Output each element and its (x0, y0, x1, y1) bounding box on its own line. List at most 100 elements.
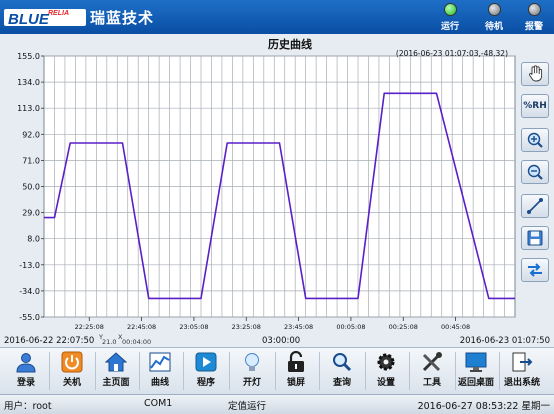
toolbar-button-power[interactable]: 关机 (52, 350, 92, 392)
status-standby-light (487, 3, 501, 16)
history-chart[interactable]: 155.0 134.0 113.0 92.0 71.0 50.0 29.0 8.0 -13.0 -… (0, 34, 554, 347)
status-running-light (443, 3, 457, 16)
x-tick-label: 23:25:08 (232, 323, 261, 331)
desktop-icon (456, 351, 496, 373)
toolbar-button-label: 返回桌面 (457, 378, 494, 388)
y-tick-label: 92.0 (22, 130, 40, 139)
y-tick-label: 155.0 (17, 52, 40, 61)
status-running: 运行 (432, 3, 468, 32)
user-icon (6, 351, 46, 373)
hand-icon (529, 65, 543, 82)
status-standby: 待机 (476, 3, 512, 32)
toolbar-separator (183, 352, 184, 390)
power-icon (52, 351, 92, 373)
toolbar-button-desktop[interactable]: 返回桌面 (456, 350, 496, 392)
lock-icon (276, 351, 316, 373)
toolbar-button-label: 设置 (376, 378, 395, 388)
status-datetime: 2016-06-27 08:53:22 星期一 (417, 401, 550, 412)
play-icon (186, 351, 226, 373)
toolbar-button-label: 工具 (422, 378, 441, 388)
x-tick-label: 22:45:08 (127, 323, 156, 331)
bulb-icon (232, 351, 272, 373)
tools-icon (412, 351, 452, 373)
status-alarm-light (527, 3, 541, 16)
toolbar-button-label: 程序 (196, 378, 215, 388)
y-tick-label: -13.0 (19, 261, 40, 270)
toolbar-button-gear[interactable]: 设置 (366, 350, 406, 392)
y-tick-label: 29.0 (22, 209, 40, 218)
status-port: COM1 (144, 398, 173, 409)
toolbar-button-label: 退出系统 (503, 378, 540, 388)
scale-y-value: 21.0 (102, 338, 117, 346)
x-tick-label: 00:25:08 (389, 323, 418, 331)
home-icon (96, 351, 136, 373)
zoom-in-button[interactable] (521, 128, 549, 152)
status-standby-label: 待机 (484, 22, 503, 32)
toolbar-button-tools[interactable]: 工具 (412, 350, 452, 392)
x-start-label: 2016-06-22 22:07:50 (4, 336, 95, 346)
toolbar-separator (229, 352, 230, 390)
percent-rh-button[interactable]: %RH (521, 94, 549, 118)
x-end-label: 2016-06-23 01:07:50 (459, 336, 550, 346)
y-tick-label: -55.0 (19, 313, 40, 322)
toolbar-button-label: 登录 (16, 378, 35, 388)
y-tick-label: 113.0 (17, 104, 40, 113)
x-tick-label: 00:45:08 (441, 323, 470, 331)
x-tick-label: 22:25:08 (75, 323, 104, 331)
pan-button[interactable] (521, 62, 549, 86)
gear-icon (366, 351, 406, 373)
toolbar-button-bulb[interactable]: 开灯 (232, 350, 272, 392)
chart-icon (140, 351, 180, 373)
toolbar-button-label: 主页面 (102, 378, 130, 388)
swap-icon (528, 263, 542, 277)
exit-icon (502, 351, 542, 373)
x-tick-label: 23:05:08 (179, 323, 208, 331)
toolbar-button-label: 关机 (62, 378, 81, 388)
toolbar-button-play[interactable]: 程序 (186, 350, 226, 392)
y-tick-label: 71.0 (22, 156, 40, 165)
save-icon (527, 230, 543, 246)
toolbar-separator (499, 352, 500, 390)
zoom-out-icon (527, 164, 543, 180)
y-tick-label: -34.0 (19, 287, 40, 296)
chart-title: 历史曲线 (268, 37, 312, 51)
status-user: 用户：root (4, 401, 52, 412)
toolbar-button-user[interactable]: 登录 (6, 350, 46, 392)
status-running-label: 运行 (440, 22, 459, 32)
chart-grid (43, 55, 516, 318)
x-center-label: 03:00:00 (262, 336, 301, 346)
status-bar: 用户：root COM1 定值运行 2016-06-27 08:53:22 星期… (0, 394, 554, 414)
scale-x-value: 00:04:00 (122, 338, 152, 346)
save-button[interactable] (521, 226, 549, 250)
toolbar-button-label: 曲线 (150, 378, 169, 388)
toolbar-separator (409, 352, 410, 390)
y-tick-label: 50.0 (22, 183, 40, 192)
logo-small-text: RELIA (48, 10, 69, 17)
toolbar-button-chart[interactable]: 曲线 (140, 350, 180, 392)
x-tick-label: 23:45:08 (284, 323, 313, 331)
x-tick-label: 00:05:08 (336, 323, 365, 331)
toolbar-separator (319, 352, 320, 390)
toolbar-button-search[interactable]: 查询 (322, 350, 362, 392)
chart-panel: 155.0 134.0 113.0 92.0 71.0 50.0 29.0 8.0 -13.0 -… (0, 34, 554, 347)
line-tool-icon (527, 198, 543, 214)
search-icon (322, 351, 362, 373)
y-tick-label: 8.0 (27, 235, 40, 244)
status-alarm: 报警 (516, 3, 552, 32)
line-tool-button[interactable] (521, 194, 549, 218)
app-header: RELIA BLUE 瑞蓝技术 运行 待机 报警 (0, 0, 554, 34)
swap-button[interactable] (521, 258, 549, 282)
toolbar-button-home[interactable]: 主页面 (96, 350, 136, 392)
relia-blue-logo: RELIA BLUE (4, 9, 86, 28)
toolbar-button-exit[interactable]: 退出系统 (502, 350, 542, 392)
cursor-readout: (2016-06-23 01:07:03,-48.32) (396, 49, 508, 58)
status-mode: 定值运行 (228, 401, 267, 412)
toolbar-button-lock[interactable]: 锁屏 (276, 350, 316, 392)
brand-name: 瑞蓝技术 (90, 9, 155, 27)
y-tick-label: 134.0 (17, 78, 40, 87)
toolbar-separator (49, 352, 50, 390)
zoom-out-button[interactable] (521, 160, 549, 184)
toolbar-button-label: 锁屏 (286, 378, 305, 388)
logo-main-text: BLUE (8, 11, 50, 28)
bottom-toolbar: 登录 关机 主页面 曲线 程序 开灯 锁屏 查询 设置 工具 返回桌面 退出系统 (0, 347, 554, 394)
